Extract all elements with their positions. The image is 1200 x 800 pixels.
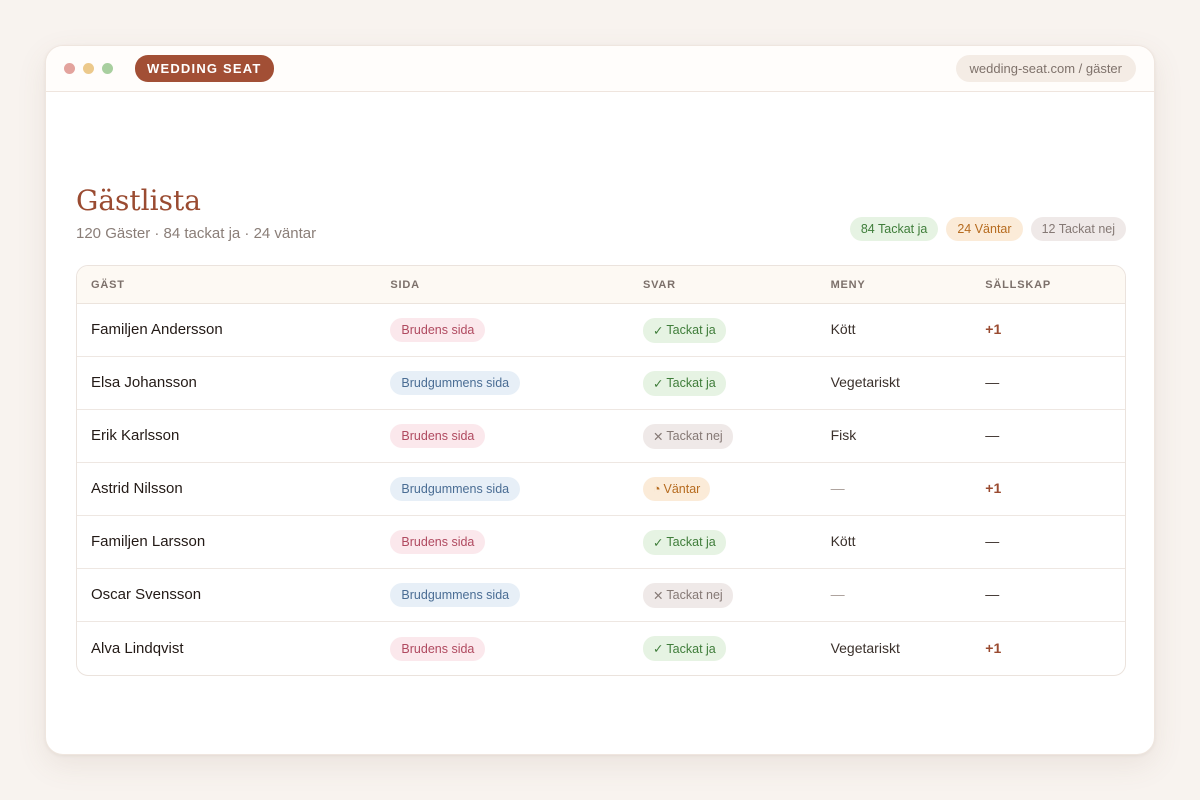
column-header-response[interactable]: SVAR <box>643 279 831 291</box>
company-value: +1 <box>985 480 1002 496</box>
side-badge: Brudgummens sida <box>390 477 521 501</box>
company-value: +1 <box>985 321 1002 337</box>
maximize-window-button[interactable] <box>102 63 113 74</box>
response-label: Väntar <box>663 482 701 496</box>
response-label: Tackat ja <box>666 641 716 656</box>
guest-name: Astrid Nilsson <box>91 480 183 497</box>
table-header: GÄST SIDA SVAR MENY SÄLLSKAP <box>77 266 1125 304</box>
guest-name: Erik Karlsson <box>91 427 180 444</box>
menu-choice: — <box>830 586 845 602</box>
guest-table: GÄST SIDA SVAR MENY SÄLLSKAP Familjen An… <box>76 265 1126 676</box>
table-row[interactable]: Elsa Johansson Brudgummens sida ✓ Tackat ja… <box>77 357 1125 410</box>
response-status-icon: ✕ <box>652 588 664 603</box>
response-label: Tackat nej <box>666 429 723 443</box>
response-status-icon: ◔ <box>652 482 661 496</box>
table-row[interactable]: Erik Karlsson Brudens sida ✕ Tackat nej Fisk… <box>77 410 1125 463</box>
table-row[interactable]: Oscar Svensson Brudgummens sida ✕ Tackat ne… <box>77 569 1125 622</box>
guest-name: Familjen Larsson <box>91 533 206 550</box>
table-row[interactable]: Astrid Nilsson Brudgummens sida ◔ Väntar — +1 <box>77 463 1125 516</box>
response-status-icon: ✓ <box>652 642 664 656</box>
table-row[interactable]: Familjen Andersson Brudens sida ✓ Tackat ja… <box>77 304 1125 357</box>
company-value: — <box>985 586 1000 602</box>
guest-name: Oscar Svensson <box>91 586 202 603</box>
menu-choice: Fisk <box>830 427 857 443</box>
side-badge: Brudgummens sida <box>390 583 521 607</box>
main-content: Gästlista 120 Gäster · 84 tackat ja · 24… <box>76 184 1126 676</box>
title-bar: WEDDING SEAT wedding-seat.com / gäster <box>46 46 1154 92</box>
menu-choice: — <box>830 480 845 496</box>
address-bar[interactable]: wedding-seat.com / gäster <box>955 55 1136 82</box>
window-controls <box>64 63 113 74</box>
column-header-side[interactable]: SIDA <box>390 279 643 291</box>
table-row[interactable]: Familjen Larsson Brudens sida ✓ Tackat ja Kö… <box>77 516 1125 569</box>
menu-choice: Vegetariskt <box>830 639 900 656</box>
close-window-button[interactable] <box>64 63 75 74</box>
page-title: Gästlista <box>76 184 201 217</box>
minimize-window-button[interactable] <box>83 63 94 74</box>
response-badge: ✓ Tackat ja <box>642 370 726 396</box>
response-status-icon: ✓ <box>652 376 664 391</box>
response-badge: ✓ Tackat ja <box>642 317 726 343</box>
response-badge: ✕ Tackat nej <box>642 582 733 608</box>
side-badge: Brudens sida <box>390 636 486 661</box>
response-status-icon: ✕ <box>652 429 664 444</box>
table-body: Familjen Andersson Brudens sida ✓ Tackat ja… <box>77 304 1125 675</box>
column-header-guest[interactable]: GÄST <box>77 279 390 291</box>
column-header-company[interactable]: SÄLLSKAP <box>985 279 1125 291</box>
summary-declined-badge[interactable]: 12 Tackat nej <box>1030 217 1126 241</box>
guest-name: Alva Lindqvist <box>91 639 184 657</box>
rsvp-summary: 84 Tackat ja 24 Väntar 12 Tackat nej <box>849 217 1126 241</box>
company-value: — <box>985 374 1000 390</box>
response-status-icon: ✓ <box>652 323 664 338</box>
company-value: — <box>985 533 1000 549</box>
brand-logo[interactable]: WEDDING SEAT <box>135 55 274 82</box>
app-window: WEDDING SEAT wedding-seat.com / gäster G… <box>45 45 1155 755</box>
side-badge: Brudgummens sida <box>390 371 521 395</box>
company-value: +1 <box>985 639 1002 656</box>
response-label: Tackat nej <box>666 588 723 602</box>
guest-name: Familjen Andersson <box>91 321 223 338</box>
response-label: Tackat ja <box>666 376 716 390</box>
response-status-icon: ✓ <box>652 535 664 550</box>
side-badge: Brudens sida <box>390 424 486 448</box>
summary-accepted-badge[interactable]: 84 Tackat ja <box>849 217 939 241</box>
company-value: — <box>985 427 1000 443</box>
response-badge: ✕ Tackat nej <box>642 423 733 449</box>
side-badge: Brudens sida <box>390 530 486 554</box>
response-label: Tackat ja <box>666 323 716 337</box>
menu-choice: Kött <box>830 533 856 549</box>
menu-choice: Vegetariskt <box>830 374 900 390</box>
menu-choice: Kött <box>830 321 856 337</box>
response-badge: ✓ Tackat ja <box>642 636 726 661</box>
response-label: Tackat ja <box>666 535 716 549</box>
response-badge: ◔ Väntar <box>642 477 711 501</box>
guest-name: Elsa Johansson <box>91 374 197 391</box>
side-badge: Brudens sida <box>390 318 486 342</box>
column-header-menu[interactable]: MENY <box>831 279 986 291</box>
response-badge: ✓ Tackat ja <box>642 529 726 555</box>
summary-waiting-badge[interactable]: 24 Väntar <box>946 217 1023 241</box>
table-row[interactable]: Alva Lindqvist Brudens sida ✓ Tackat ja Vege… <box>77 622 1125 675</box>
